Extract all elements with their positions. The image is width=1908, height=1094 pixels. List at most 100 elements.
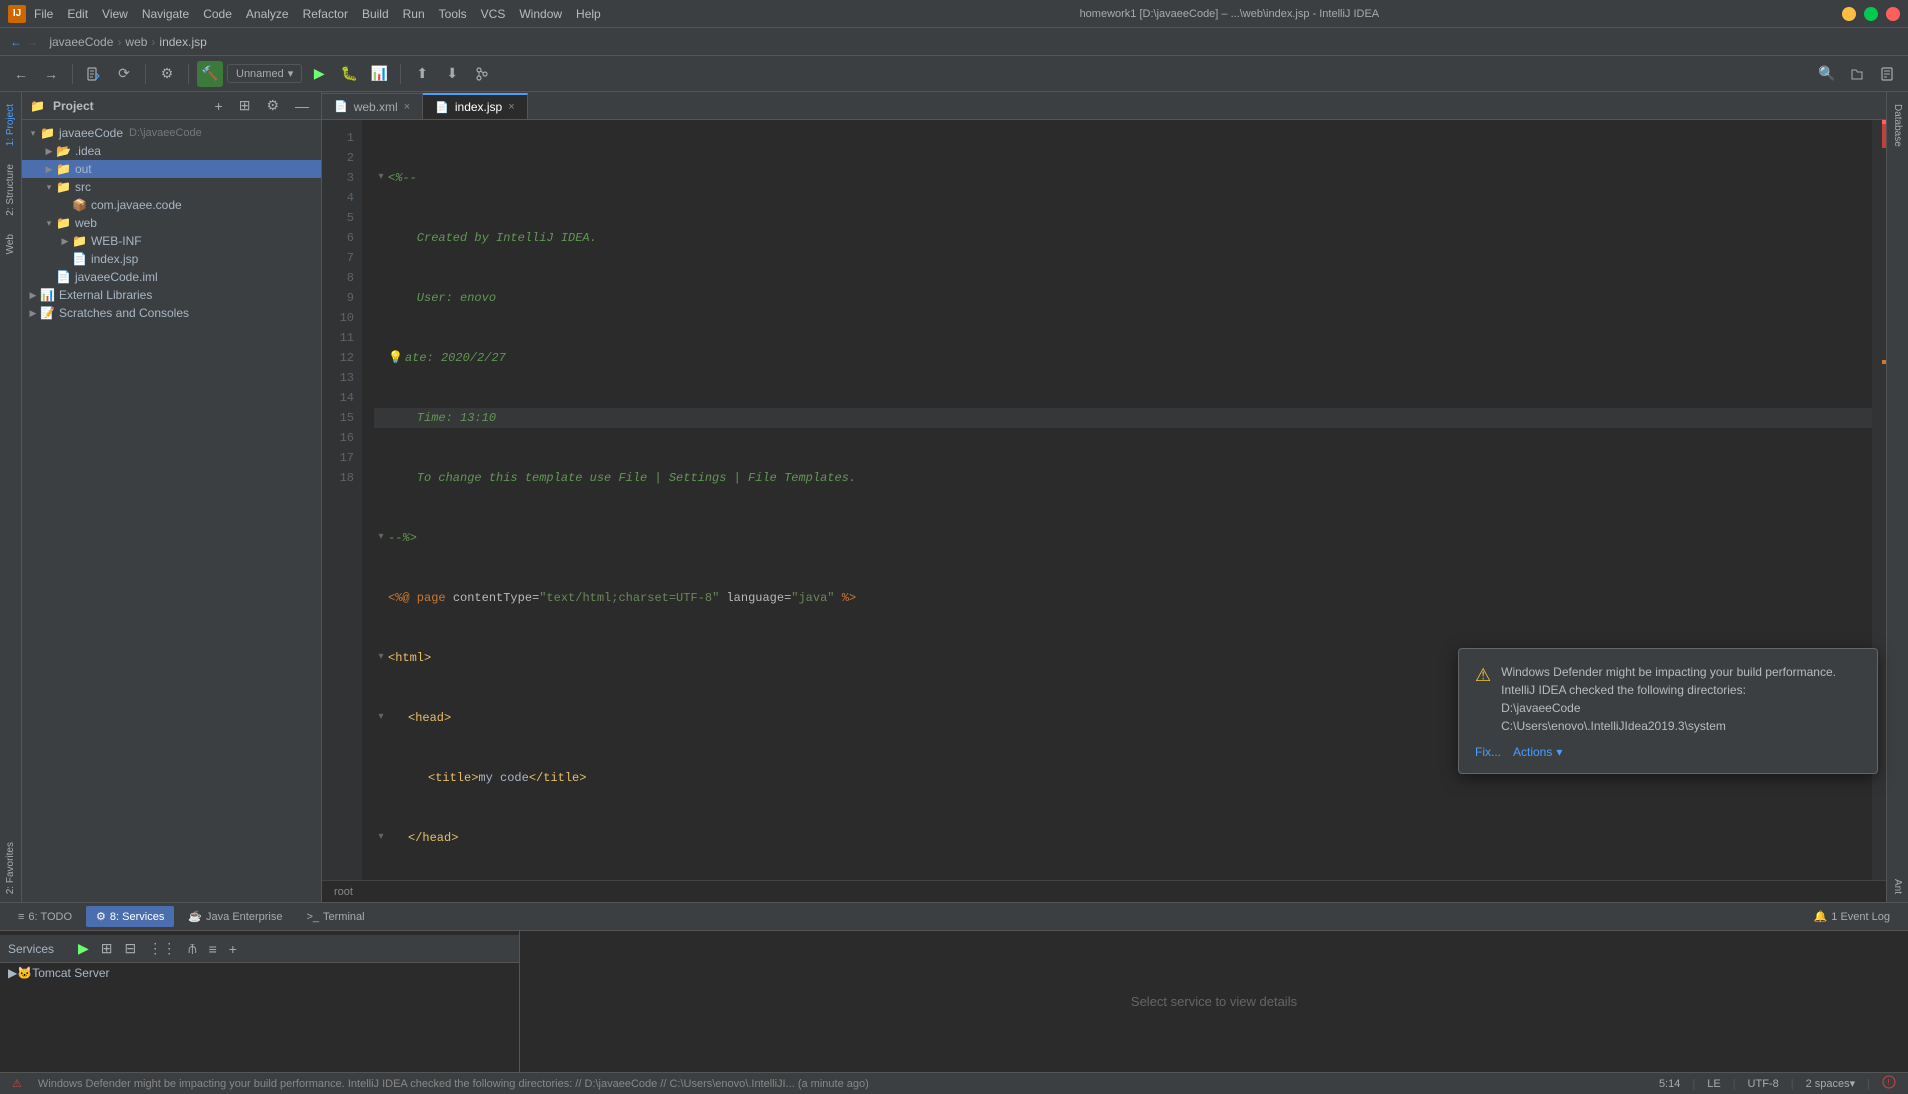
recent-files-button[interactable]	[1874, 61, 1900, 87]
services-expand-button[interactable]: ⊞	[97, 938, 117, 959]
breadcrumb-web[interactable]: web	[125, 35, 147, 49]
tree-item-extlibs[interactable]: ▶ 📊 External Libraries	[22, 286, 321, 304]
breadcrumb-file[interactable]: index.jsp	[159, 35, 206, 49]
tree-item-iml[interactable]: 📄 javaeeCode.iml	[22, 268, 321, 286]
menu-code[interactable]: Code	[203, 7, 232, 21]
breadcrumb-back[interactable]: ←	[10, 35, 22, 49]
coverage-button[interactable]: 📊	[366, 61, 392, 87]
tab-indexjsp-close[interactable]: ×	[508, 101, 514, 113]
tree-arrow-out: ▶	[42, 164, 56, 175]
menu-vcs[interactable]: VCS	[481, 7, 506, 21]
sync-button[interactable]: ⟳	[111, 61, 137, 87]
menu-build[interactable]: Build	[362, 7, 389, 21]
bottom-area: ≡ 6: TODO ⚙ 8: Services ☕ Java Enterpris…	[0, 902, 1908, 1072]
javaee-icon: ☕	[188, 910, 202, 923]
status-line-endings[interactable]: LE	[1703, 1078, 1724, 1090]
lightbulb-icon: 💡	[388, 348, 403, 368]
menu-tools[interactable]: Tools	[439, 7, 467, 21]
sidebar-item-structure[interactable]: 2: Structure	[2, 156, 19, 224]
sidebar-item-project[interactable]: 1: Project	[2, 96, 19, 154]
services-group-button[interactable]: ≡	[205, 939, 221, 959]
notification-actions-link[interactable]: Actions ▾	[1513, 745, 1562, 759]
minimize-button[interactable]	[1842, 7, 1856, 21]
services-collapse-button[interactable]: ⊟	[121, 938, 141, 959]
run-config-selector[interactable]: Unnamed ▾	[227, 64, 302, 83]
bottom-tab-javaee-label: Java Enterprise	[206, 911, 282, 923]
fold-9[interactable]: ▾	[374, 651, 388, 665]
status-line-col[interactable]: 5:14	[1655, 1078, 1684, 1090]
sidebar-item-web[interactable]: Web	[2, 226, 19, 262]
breadcrumb-project[interactable]: javaeeCode	[49, 35, 113, 49]
project-panel: 📁 Project + ⊞ ⚙ — ▾ 📁 javaeeCode D:\java…	[22, 92, 322, 902]
services-filter-button[interactable]: ⫚	[184, 938, 200, 959]
menu-analyze[interactable]: Analyze	[246, 7, 289, 21]
services-run-button[interactable]: ▶	[74, 938, 93, 959]
maximize-button[interactable]	[1864, 7, 1878, 21]
tab-indexjsp[interactable]: 📄 index.jsp ×	[423, 93, 528, 119]
status-notification[interactable]: !	[1878, 1075, 1900, 1092]
tree-item-webinf[interactable]: ▶ 📁 WEB-INF	[22, 232, 321, 250]
menu-help[interactable]: Help	[576, 7, 601, 21]
update-button[interactable]: ⬆	[409, 61, 435, 87]
tab-webxml[interactable]: 📄 web.xml ×	[322, 93, 423, 119]
tree-arrow-web: ▾	[42, 218, 56, 229]
bottom-tab-services-label: 8: Services	[110, 911, 164, 923]
tree-item-scratches[interactable]: ▶ 📝 Scratches and Consoles	[22, 304, 321, 322]
menu-edit[interactable]: Edit	[67, 7, 88, 21]
code-text-9: <html>	[388, 648, 431, 668]
project-close-button[interactable]: —	[291, 96, 313, 116]
fold-1[interactable]: ▾	[374, 171, 388, 185]
project-layout-button[interactable]: ⊞	[235, 95, 255, 116]
tree-item-package[interactable]: 📦 com.javaee.code	[22, 196, 321, 214]
new-file-button[interactable]	[81, 61, 107, 87]
menu-navigate[interactable]: Navigate	[142, 7, 189, 21]
tree-item-indexjsp[interactable]: 📄 index.jsp	[22, 250, 321, 268]
fold-10[interactable]: ▾	[374, 711, 388, 725]
right-tab-database[interactable]: Database	[1889, 96, 1906, 155]
left-side-tabs: 1: Project 2: Structure Web 2: Favorites	[0, 92, 22, 902]
bottom-tab-todo-label: 6: TODO	[28, 911, 72, 923]
tree-item-root[interactable]: ▾ 📁 javaeeCode D:\javaeeCode	[22, 124, 321, 142]
search-everywhere-button[interactable]: 🔍	[1814, 61, 1840, 87]
right-tab-ant[interactable]: Ant	[1889, 871, 1906, 902]
menu-view[interactable]: View	[102, 7, 128, 21]
code-text-11b: my code	[478, 768, 528, 788]
close-button[interactable]	[1886, 7, 1900, 21]
sidebar-item-favorites[interactable]: 2: Favorites	[2, 834, 19, 902]
forward-button[interactable]: →	[38, 61, 64, 87]
services-content: Services ▶ ⊞ ⊟ ⋮⋮ ⫚ ≡ + ▶ 🐱 Tomcat Serve…	[0, 931, 1908, 1072]
open-file-button[interactable]	[1844, 61, 1870, 87]
fold-7[interactable]: ▾	[374, 531, 388, 545]
tab-webxml-label: web.xml	[354, 100, 398, 114]
notification-fix-link[interactable]: Fix...	[1475, 745, 1501, 759]
project-add-button[interactable]: +	[211, 96, 227, 116]
status-encoding[interactable]: UTF-8	[1744, 1078, 1783, 1090]
menu-refactor[interactable]: Refactor	[303, 7, 348, 21]
vcs-popup-button[interactable]	[469, 61, 495, 87]
fold-12[interactable]: ▾	[374, 831, 388, 845]
service-item-tomcat[interactable]: ▶ 🐱 Tomcat Server	[0, 963, 519, 983]
menu-file[interactable]: File	[34, 7, 53, 21]
settings-button[interactable]: ⚙	[154, 61, 180, 87]
code-text-8d: language=	[719, 588, 791, 608]
revert-button[interactable]: ⬇	[439, 61, 465, 87]
services-layout-button[interactable]: ⋮⋮	[144, 938, 180, 959]
scroll-indicator-warning	[1882, 360, 1886, 364]
menu-run[interactable]: Run	[403, 7, 425, 21]
debug-button[interactable]: 🐛	[336, 61, 362, 87]
tree-item-out[interactable]: ▶ 📁 out	[22, 160, 321, 178]
project-settings-button[interactable]: ⚙	[262, 95, 283, 116]
tab-webxml-close[interactable]: ×	[404, 101, 410, 113]
run-button[interactable]: ▶	[306, 61, 332, 87]
tree-label-iml: javaeeCode.iml	[75, 270, 158, 284]
build-button[interactable]: 🔨	[197, 61, 223, 87]
tree-item-src[interactable]: ▾ 📁 src	[22, 178, 321, 196]
back-button[interactable]: ←	[8, 61, 34, 87]
breadcrumb-forward[interactable]: →	[26, 35, 38, 49]
menu-window[interactable]: Window	[519, 7, 562, 21]
code-text-8a: <%@ page	[388, 588, 453, 608]
status-indent[interactable]: 2 spaces▾	[1802, 1077, 1860, 1090]
services-add-button[interactable]: +	[225, 939, 241, 959]
tree-item-idea[interactable]: ▶ 📂 .idea	[22, 142, 321, 160]
tree-item-web[interactable]: ▾ 📁 web	[22, 214, 321, 232]
